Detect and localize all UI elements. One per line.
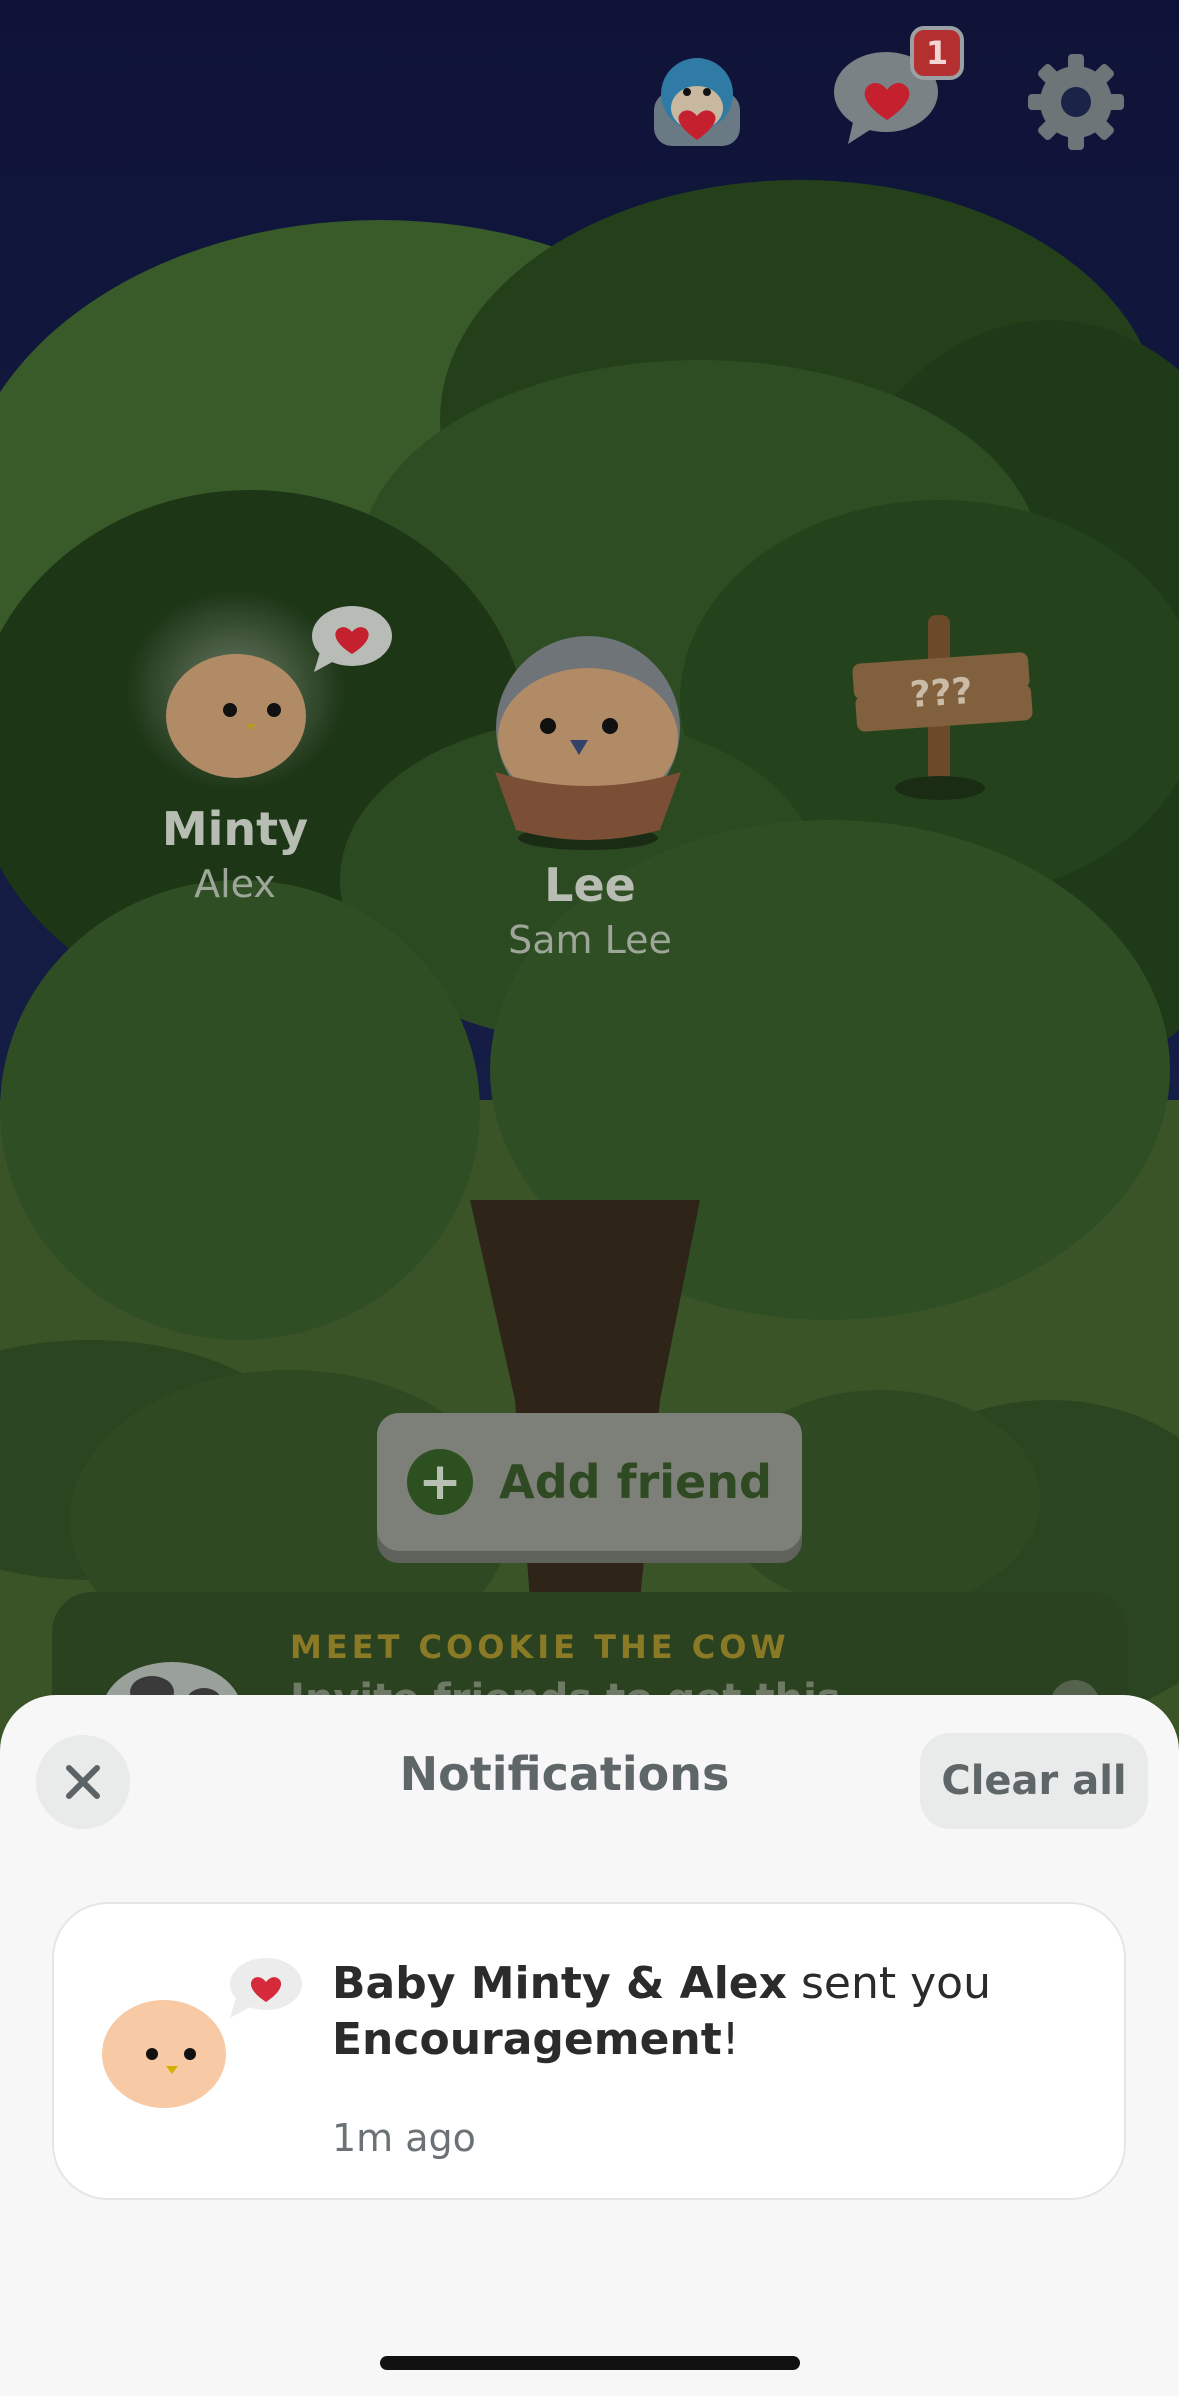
heart-speech-bubble-icon (230, 1958, 302, 2018)
heart-speech-bubble-icon (312, 606, 392, 672)
notification-action: Encouragement (332, 2014, 722, 2065)
notification-verb: sent you (801, 1958, 991, 2009)
add-friend-button[interactable]: + Add friend (377, 1413, 802, 1551)
encouragement-inbox-button[interactable]: 1 (832, 26, 972, 146)
notifications-sheet: Notifications Clear all Baby Minty & Ale… (0, 1695, 1179, 2396)
gear-icon (1028, 54, 1124, 150)
notification-item[interactable]: Baby Minty & Alex sent you Encouragement… (52, 1902, 1126, 2200)
plus-icon: + (407, 1449, 474, 1515)
notification-message: Baby Minty & Alex sent you Encouragement… (332, 1956, 1092, 2068)
mystery-sign[interactable]: ??? (853, 660, 1029, 726)
baby-bird-avatar (102, 2000, 226, 2108)
friend-owner-sam-lee: Sam Lee (508, 918, 672, 962)
add-friend-label: Add friend (499, 1455, 772, 1509)
promo-title: MEET COOKIE THE COW (290, 1628, 790, 1666)
notification-count-badge: 1 (910, 26, 964, 80)
friend-owner-alex: Alex (194, 862, 276, 906)
friend-name-minty: Minty (161, 802, 309, 856)
bird-heart-avatar-icon (654, 58, 740, 146)
home-indicator[interactable] (380, 2356, 800, 2370)
profile-bird-button[interactable] (650, 52, 744, 150)
settings-button[interactable] (1024, 50, 1128, 154)
friend-name-lee: Lee (544, 858, 636, 912)
sign-text: ??? (908, 670, 974, 716)
notification-punctuation: ! (721, 2014, 740, 2065)
clear-all-button[interactable]: Clear all (920, 1733, 1148, 1829)
notification-sender: Baby Minty & Alex (332, 1958, 787, 2009)
notification-time: 1m ago (332, 2116, 476, 2160)
